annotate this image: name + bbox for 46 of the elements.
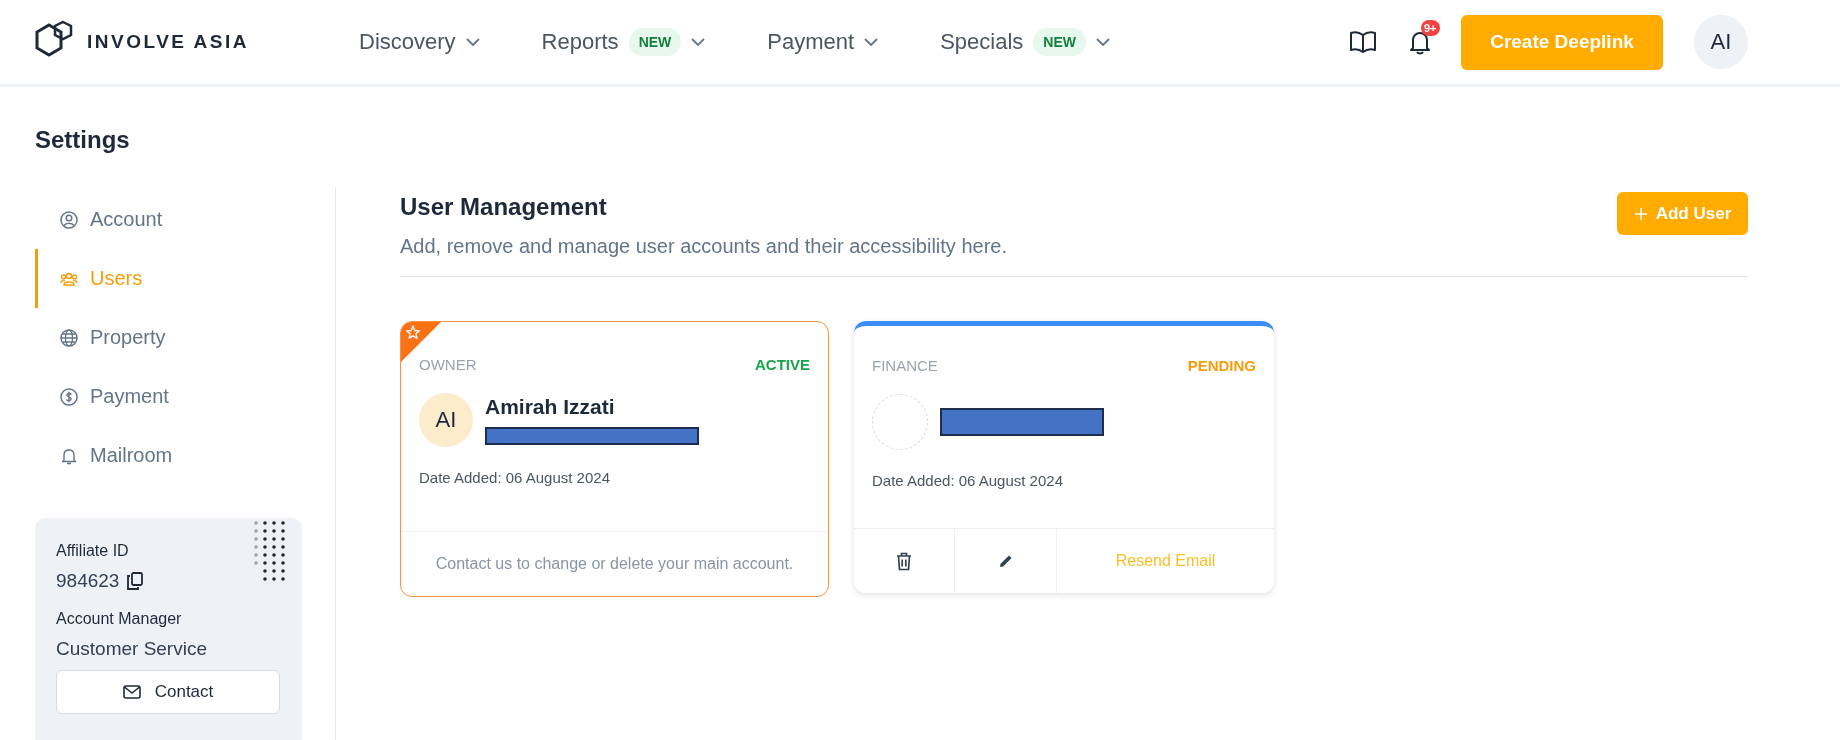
new-badge: NEW <box>628 28 682 56</box>
user-avatar: AI <box>419 393 473 447</box>
mail-icon <box>122 685 141 699</box>
status-label: PENDING <box>1187 357 1256 374</box>
account-manager-label: Account Manager <box>56 610 183 628</box>
new-badge: NEW <box>1033 28 1086 56</box>
users-icon <box>60 270 78 287</box>
user-avatar[interactable]: AI <box>1694 15 1748 69</box>
book-icon[interactable] <box>1350 31 1376 53</box>
account-manager-name: Customer Service <box>56 638 208 660</box>
section-title: User Management <box>400 193 608 221</box>
copy-icon[interactable] <box>127 572 144 590</box>
trash-icon <box>896 551 912 571</box>
chevron-down-icon <box>691 37 706 47</box>
section-subtitle: Add, remove and manage user accounts and their accessibility here. <box>400 235 1007 258</box>
bell-icon <box>60 446 78 465</box>
plus-icon <box>1633 206 1648 221</box>
user-circle-icon <box>60 210 78 229</box>
role-label: FINANCE <box>872 357 938 374</box>
nav-menu[interactable]: Specials NEW <box>940 28 1110 56</box>
date-added: Date Added: 06 August 2024 <box>419 469 611 486</box>
dollar-circle-icon <box>60 387 78 406</box>
notification-badge: 9+ <box>1421 20 1440 36</box>
globe-icon <box>60 328 78 347</box>
chevron-down-icon <box>864 37 879 47</box>
status-label: ACTIVE <box>755 356 810 373</box>
date-added: Date Added: 06 August 2024 <box>872 472 1064 489</box>
nav-menu[interactable]: Payment <box>767 28 879 56</box>
pencil-icon <box>997 553 1014 569</box>
sidebar-item[interactable]: Account <box>35 190 335 249</box>
chevron-down-icon <box>1095 37 1110 47</box>
owner-note: Contact us to change or delete your main account. <box>435 555 794 573</box>
settings-title: Settings <box>35 126 131 154</box>
nav-menu[interactable]: Reports NEW <box>541 28 706 56</box>
affiliate-id-value: 984623 <box>56 570 120 592</box>
chevron-down-icon <box>465 37 480 47</box>
sidebar-item[interactable]: Payment <box>35 367 335 426</box>
sidebar-item[interactable]: Mailroom <box>35 426 335 485</box>
logo-text: INVOLVE ASIA <box>87 31 249 53</box>
nav-menu[interactable]: Discovery <box>359 28 480 56</box>
sidebar-item[interactable]: Property <box>35 308 335 367</box>
dot-pattern-drawing <box>254 521 286 581</box>
user-name: Amirah Izzati <box>485 395 616 419</box>
affiliate-id-label: Affiliate ID <box>56 542 130 560</box>
role-label: OWNER <box>419 356 477 373</box>
contact-button[interactable]: Contact <box>56 670 280 714</box>
